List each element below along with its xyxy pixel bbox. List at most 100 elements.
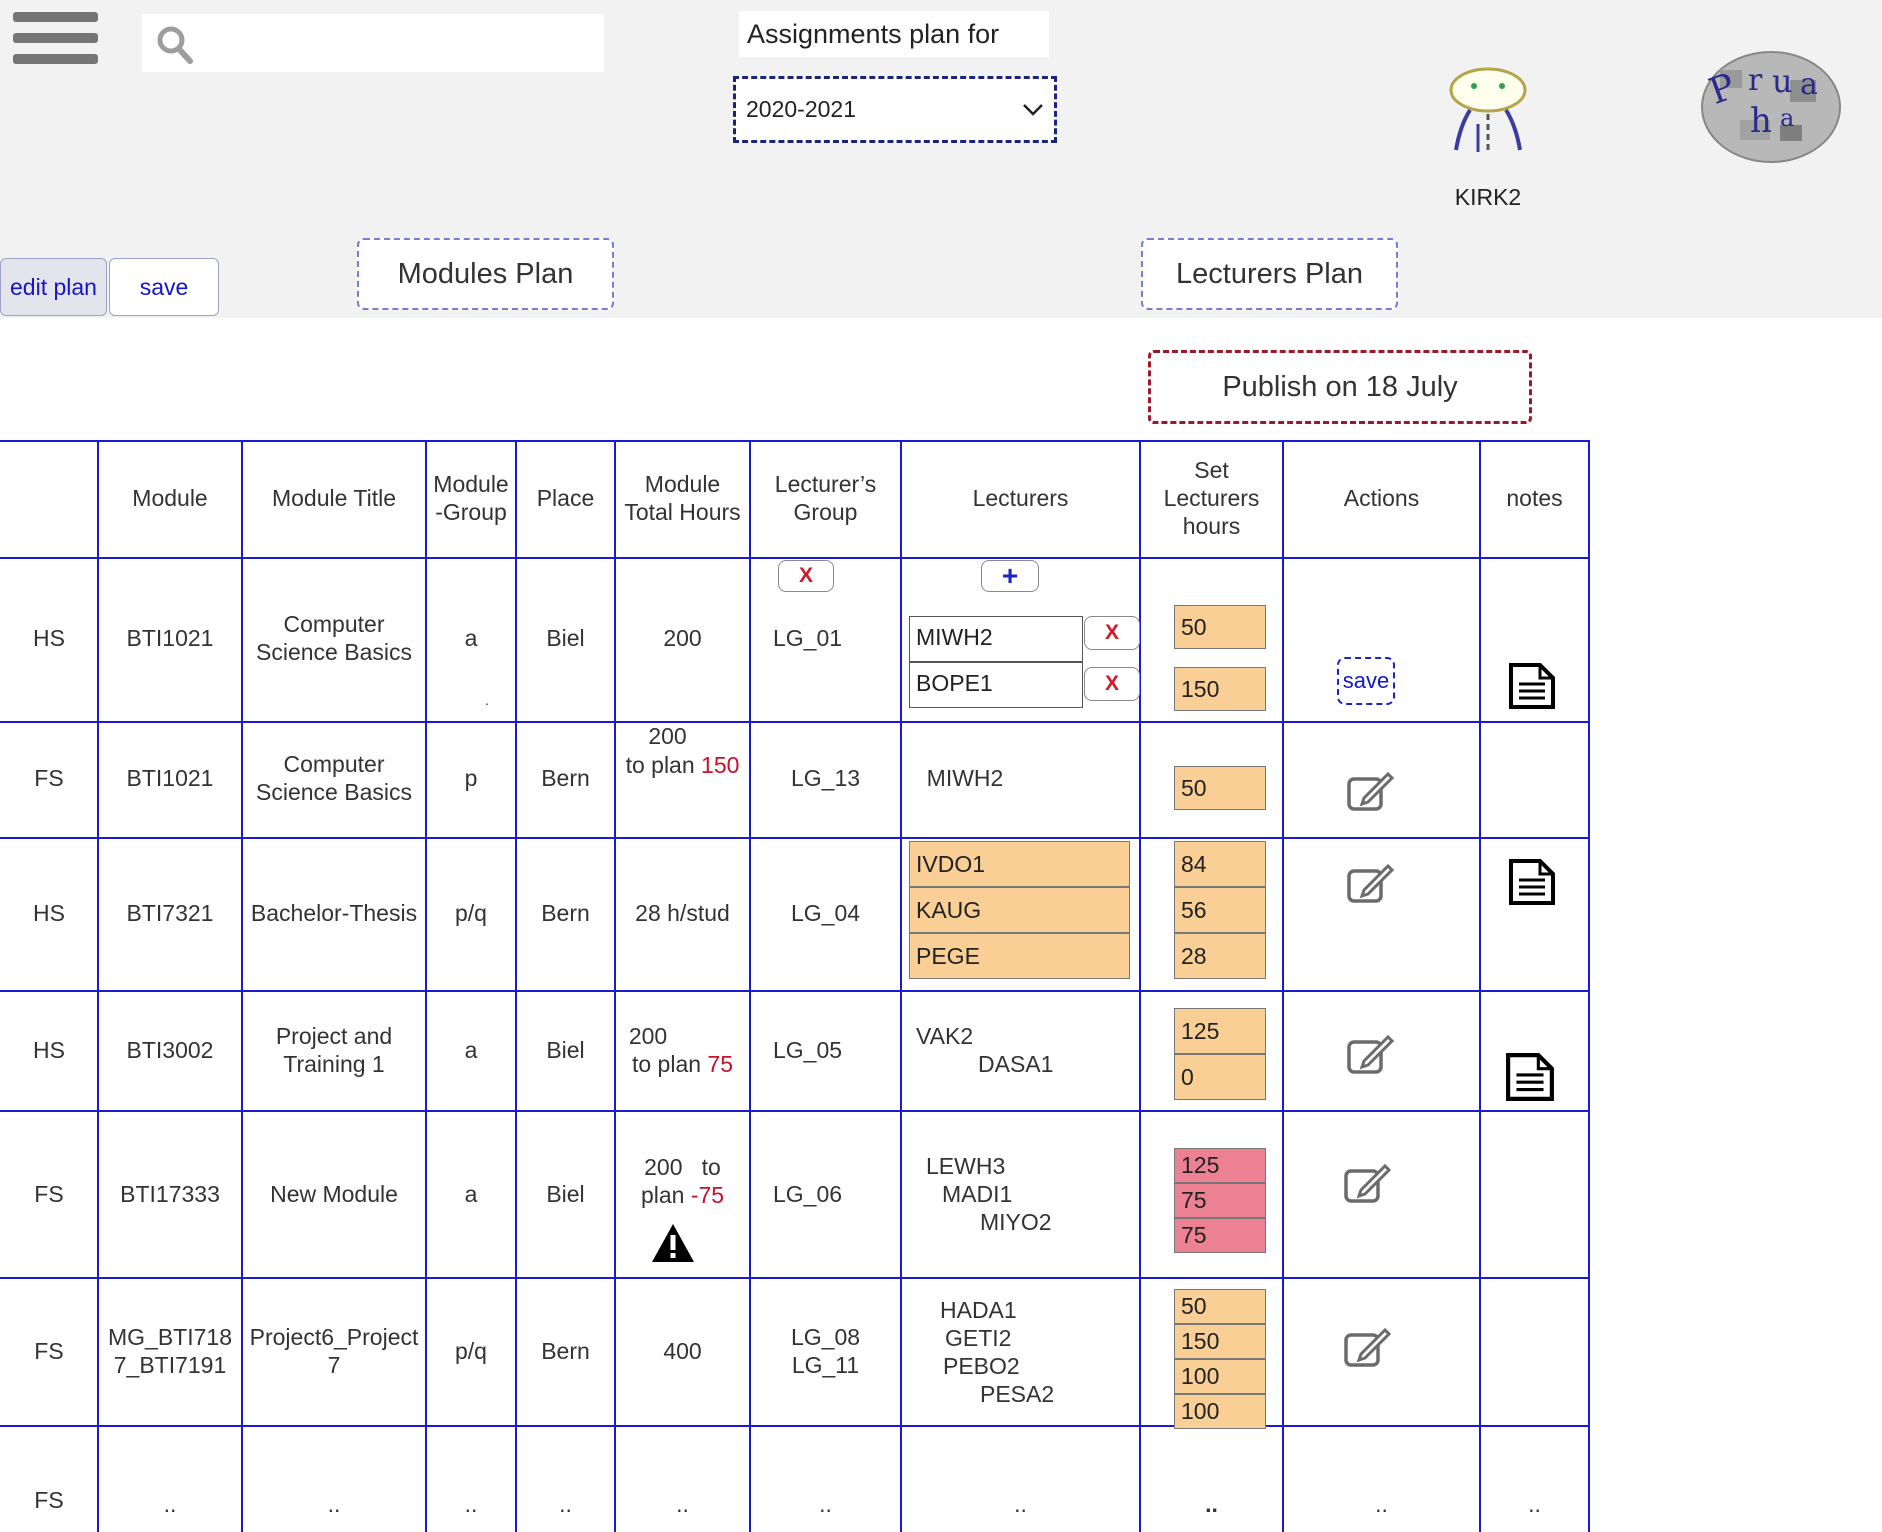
search-input[interactable] [202,20,596,66]
lecturer-hours-input[interactable]: 75 [1174,1218,1266,1253]
col-header-set-line2: Lecturers [1163,485,1260,511]
to-plan-label: to plan [631,1051,702,1077]
lecturer-hours-input[interactable]: 50 [1174,766,1266,810]
lecturer-name: MIWH2 [926,765,1004,791]
cell-module: BTI3002 [126,1037,214,1063]
document-icon[interactable] [1505,1052,1555,1102]
lecturer-hours-input[interactable]: 50 [1174,1289,1266,1324]
col-header-set-line3: hours [1182,513,1241,539]
lecturer-hours-input[interactable]: 100 [1174,1394,1266,1429]
cell-total-hours: .. [676,1491,689,1517]
lecturer-input[interactable]: PEGE [909,933,1130,979]
edit-icon[interactable] [1343,1326,1391,1368]
cell-semester: FS [34,1338,64,1364]
lecturer-hours-input[interactable]: 0 [1174,1054,1266,1100]
to-plan-label: to plan [625,752,695,778]
publish-button[interactable]: Publish on 18 July [1148,350,1532,424]
to-plan-value: 150 [701,752,740,778]
lecturer-input[interactable]: IVDO1 [909,841,1130,887]
col-header-module-group-line2: -Group [435,499,507,525]
lecturer-hours-input[interactable]: 150 [1174,667,1266,711]
cell-lecturers-group: LG_04 [790,900,861,926]
cell-module-title: New Module [270,1181,398,1207]
col-header-total-hours-line1: Module [644,471,721,497]
col-header-module-title: Module Title [271,485,396,511]
lecturer-name: MIYO2 [980,1209,1052,1235]
lecturer-hours-input[interactable]: 100 [1174,1359,1266,1394]
hamburger-menu-icon[interactable] [13,12,98,75]
cell-place: Bern [541,1338,590,1364]
col-header-set-line1: Set [1194,457,1229,483]
add-lecturer-button[interactable]: + [981,560,1039,592]
cell-semester: FS [34,1487,64,1513]
lecturer-input[interactable]: KAUG [909,887,1130,933]
remove-lecturer-button[interactable]: X [1084,616,1140,650]
cell-module-group: a [464,1037,478,1063]
cell-title-line2: Training 1 [283,1051,385,1077]
cell-module-group: p/q [455,1338,487,1364]
lecturer-hours-input[interactable]: 84 [1174,841,1266,887]
remove-lecturer-button[interactable]: X [1084,667,1140,701]
cell-lecturers-group: LG_13 [790,765,861,791]
modules-plan-button[interactable]: Modules Plan [357,238,614,310]
cell-lg-line2: LG_11 [791,1352,860,1378]
cell-title-line1: Computer [283,611,385,637]
cell-module-group: p [464,765,478,791]
app-logo-icon: P r u a h a [1701,51,1841,163]
lecturer-name: PESA2 [980,1381,1055,1407]
cell-total-hours: 200 [648,723,687,749]
cell-module-group: p/q [455,900,487,926]
edit-icon[interactable] [1346,1033,1394,1075]
col-header-place: Place [536,485,595,511]
cell-module-group: a [464,625,478,651]
svg-text:a: a [1800,67,1818,102]
search-icon [157,26,193,64]
cell-module-group: a [464,1181,478,1207]
lecturers-plan-button[interactable]: Lecturers Plan [1141,238,1398,310]
cell-lecturers-group: LG_08 LG_11 [750,1323,901,1379]
row-save-button[interactable]: save [1337,657,1395,705]
document-icon[interactable] [1508,858,1556,906]
edit-icon[interactable] [1343,1162,1391,1204]
document-icon[interactable] [1508,662,1556,710]
lecturer-name: GETI2 [945,1325,1012,1351]
lecturer-name: .. [1014,1491,1027,1517]
cell-lecturers-group[interactable]: LG_01 [750,624,865,652]
col-header-total-hours: Module Total Hours [615,470,750,526]
cell-module: BTI1021 [126,625,214,651]
search-field[interactable] [142,14,604,72]
cell-to-plan: plan -75 [615,1181,750,1209]
lecturer-hours-input[interactable]: 28 [1174,933,1266,979]
year-select-value: 2020-2021 [746,96,856,122]
year-select[interactable]: 2020-2021 [733,76,1057,143]
user-avatar-icon[interactable] [1448,66,1528,156]
remove-row-button[interactable]: X [778,560,834,592]
edit-plan-button[interactable]: edit plan [0,258,107,316]
page-title: Assignments plan for [739,11,1049,57]
cell-module-title: Project and Training 1 [242,1022,426,1078]
cell-module-title: Computer Science Basics [242,610,426,666]
col-header-lg-line1: Lecturer’s [774,471,877,497]
lecturer-input[interactable]: MIWH2 [909,616,1083,662]
lecturer-hours-input[interactable]: 150 [1174,1324,1266,1359]
col-header-notes: notes [1506,485,1563,511]
cell-module-title: Computer Science Basics [242,750,426,806]
svg-text:h: h [1750,101,1772,141]
cell-place: Bern [541,765,590,791]
lecturer-hours-input[interactable]: 125 [1174,1148,1266,1183]
save-plan-button[interactable]: save [109,258,219,316]
lecturer-hours-input[interactable]: 75 [1174,1183,1266,1218]
lecturer-hours-input[interactable]: 50 [1174,605,1266,649]
lecturer-input[interactable]: BOPE1 [909,662,1083,708]
lecturer-hours-input[interactable]: 125 [1174,1008,1266,1054]
cell-semester: HS [33,625,65,651]
to-plan-value: -75 [690,1182,725,1208]
edit-icon[interactable] [1346,770,1394,812]
cell-module: BTI1021 [126,765,214,791]
edit-icon[interactable] [1346,862,1394,904]
cell-module: .. [163,1491,177,1517]
lecturer-hours-input[interactable]: 56 [1174,887,1266,933]
cell-title-line1: Project6_Project [249,1324,419,1350]
to-plan-label: plan [640,1182,685,1208]
col-header-actions: Actions [1343,485,1420,511]
